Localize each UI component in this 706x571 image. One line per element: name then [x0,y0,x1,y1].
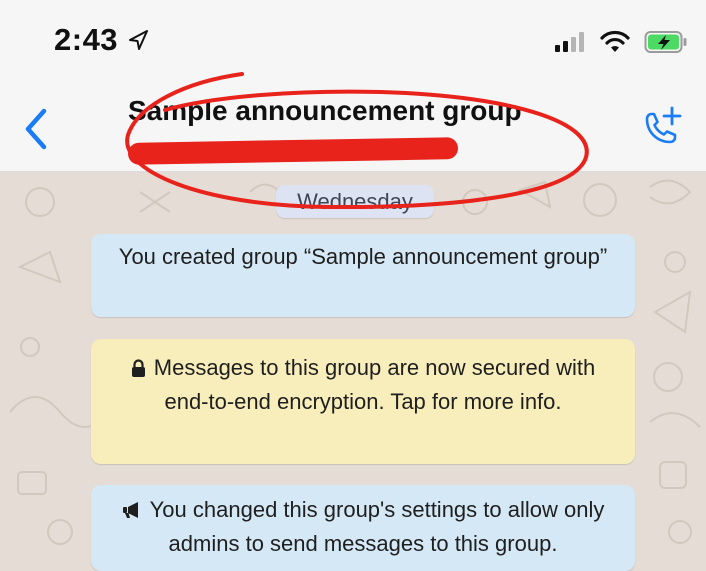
system-message-group-created: You created group “Sample announcement g… [91,234,635,317]
encryption-notice-text: Messages to this group are now secured w… [153,355,596,414]
chat-area[interactable]: Wednesday You created group “Sample anno… [0,172,706,571]
location-arrow-icon [129,30,148,50]
wifi-icon [600,30,630,52]
lock-icon [131,359,145,377]
system-message-text: You changed this group's settings to all… [149,497,605,556]
battery-charging-icon [644,31,687,53]
system-message-text: You created group “Sample announcement g… [118,244,608,269]
status-indicators [554,30,688,54]
status-time: 2:43 [54,22,119,57]
back-button[interactable] [22,107,52,151]
day-separator: Wednesday [276,185,434,218]
add-call-icon[interactable] [638,105,684,151]
status-bar: 2:43 [0,0,706,85]
signal-icon [555,32,584,52]
encryption-notice[interactable]: Messages to this group are now secured w… [91,339,635,464]
system-message-settings-changed: You changed this group's settings to all… [91,485,635,571]
megaphone-icon [122,502,138,518]
group-title[interactable]: Sample announcement group [128,95,522,127]
